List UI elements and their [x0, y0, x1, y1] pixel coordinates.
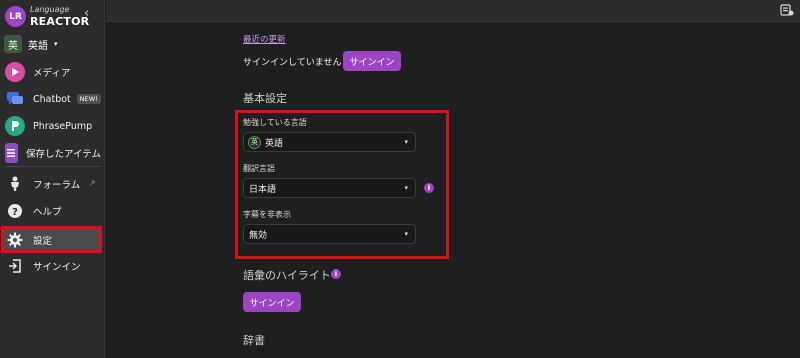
- recent-updates-link[interactable]: 最近の更新: [243, 33, 286, 45]
- sidebar-item-phrasepump[interactable]: PhrasePump: [2, 114, 101, 138]
- logo-big-text: REACTOR: [30, 15, 90, 28]
- sidebar-item-saved[interactable]: 保存したアイテム: [2, 141, 101, 165]
- sidebar-item-label: フォーラム: [33, 180, 81, 191]
- study-language-label: 勉強している言語: [243, 118, 307, 127]
- collapse-sidebar-icon[interactable]: ‹: [84, 6, 89, 21]
- language-badge: 英: [248, 135, 261, 149]
- sidebar-item-settings[interactable]: 設定: [1, 226, 102, 253]
- external-link-icon: ↗: [88, 179, 96, 189]
- new-badge: NEW!: [76, 94, 101, 104]
- translation-language-select[interactable]: 日本語 ▾: [243, 178, 416, 198]
- sidebar-item-label: 保存したアイテム: [25, 149, 101, 160]
- sidebar-item-label: サインイン: [33, 262, 81, 273]
- chat-icon: [5, 89, 25, 109]
- info-icon[interactable]: i: [331, 269, 341, 279]
- signin-status-text: サインインしていません: [243, 58, 342, 68]
- logo-small-text: Language: [30, 5, 70, 14]
- sidebar-item-chatbot[interactable]: Chatbot NEW!: [2, 87, 101, 111]
- gear-icon: [5, 230, 25, 250]
- subtitles-hide-value: 無効: [249, 230, 268, 241]
- phrasepump-icon: [5, 116, 25, 136]
- vocab-signin-button[interactable]: サインイン: [243, 292, 301, 312]
- sidebar-item-help[interactable]: ? ヘルプ: [2, 199, 101, 223]
- logo-mark-icon: LR: [5, 6, 26, 27]
- sidebar-item-forum[interactable]: フォーラム ↗: [2, 172, 101, 196]
- top-bar: [106, 0, 800, 22]
- subtitles-hide-label: 字幕を非表示: [243, 210, 291, 219]
- basic-settings-title: 基本設定: [243, 92, 287, 105]
- sidebar-item-label: メディア: [33, 68, 71, 79]
- translation-language-label: 翻訳言語: [243, 164, 275, 173]
- sidebar-item-label: Chatbot: [33, 93, 71, 105]
- sidebar: LR Language REACTOR ‹ 英 英語 ▾ メディア Chatbo…: [0, 0, 105, 358]
- subtitles-hide-select[interactable]: 無効 ▾: [243, 224, 416, 244]
- chevron-down-icon: ▾: [404, 230, 408, 238]
- person-icon: [5, 174, 25, 194]
- language-picker[interactable]: 英 英語 ▾: [4, 33, 58, 55]
- sidebar-item-label: ヘルプ: [33, 207, 62, 218]
- info-icon[interactable]: i: [424, 183, 434, 193]
- question-icon: ?: [5, 201, 25, 221]
- sidebar-item-label: 設定: [33, 235, 53, 247]
- dictionary-title: 辞書: [243, 334, 265, 347]
- sidebar-divider: [4, 166, 100, 167]
- translation-language-value: 日本語: [249, 184, 277, 195]
- signin-button[interactable]: サインイン: [343, 51, 401, 71]
- study-language-select[interactable]: 英 英語 ▾: [243, 132, 416, 152]
- extension-settings-icon[interactable]: [780, 3, 794, 17]
- chevron-down-icon: ▾: [404, 138, 408, 146]
- sidebar-item-signin[interactable]: サインイン: [2, 254, 101, 278]
- language-badge: 英: [4, 35, 22, 53]
- play-icon: [5, 62, 25, 82]
- language-label: 英語: [28, 40, 48, 52]
- study-language-value: 英語: [265, 138, 284, 149]
- sidebar-item-label: PhrasePump: [33, 120, 93, 132]
- svg-text:?: ?: [12, 207, 18, 218]
- signin-icon: [5, 256, 25, 276]
- chevron-down-icon: ▾: [54, 40, 58, 48]
- vocab-highlight-title: 語彙のハイライト: [243, 269, 331, 282]
- chevron-down-icon: ▾: [404, 184, 408, 192]
- list-icon: [5, 143, 18, 163]
- sidebar-item-media[interactable]: メディア: [2, 60, 101, 84]
